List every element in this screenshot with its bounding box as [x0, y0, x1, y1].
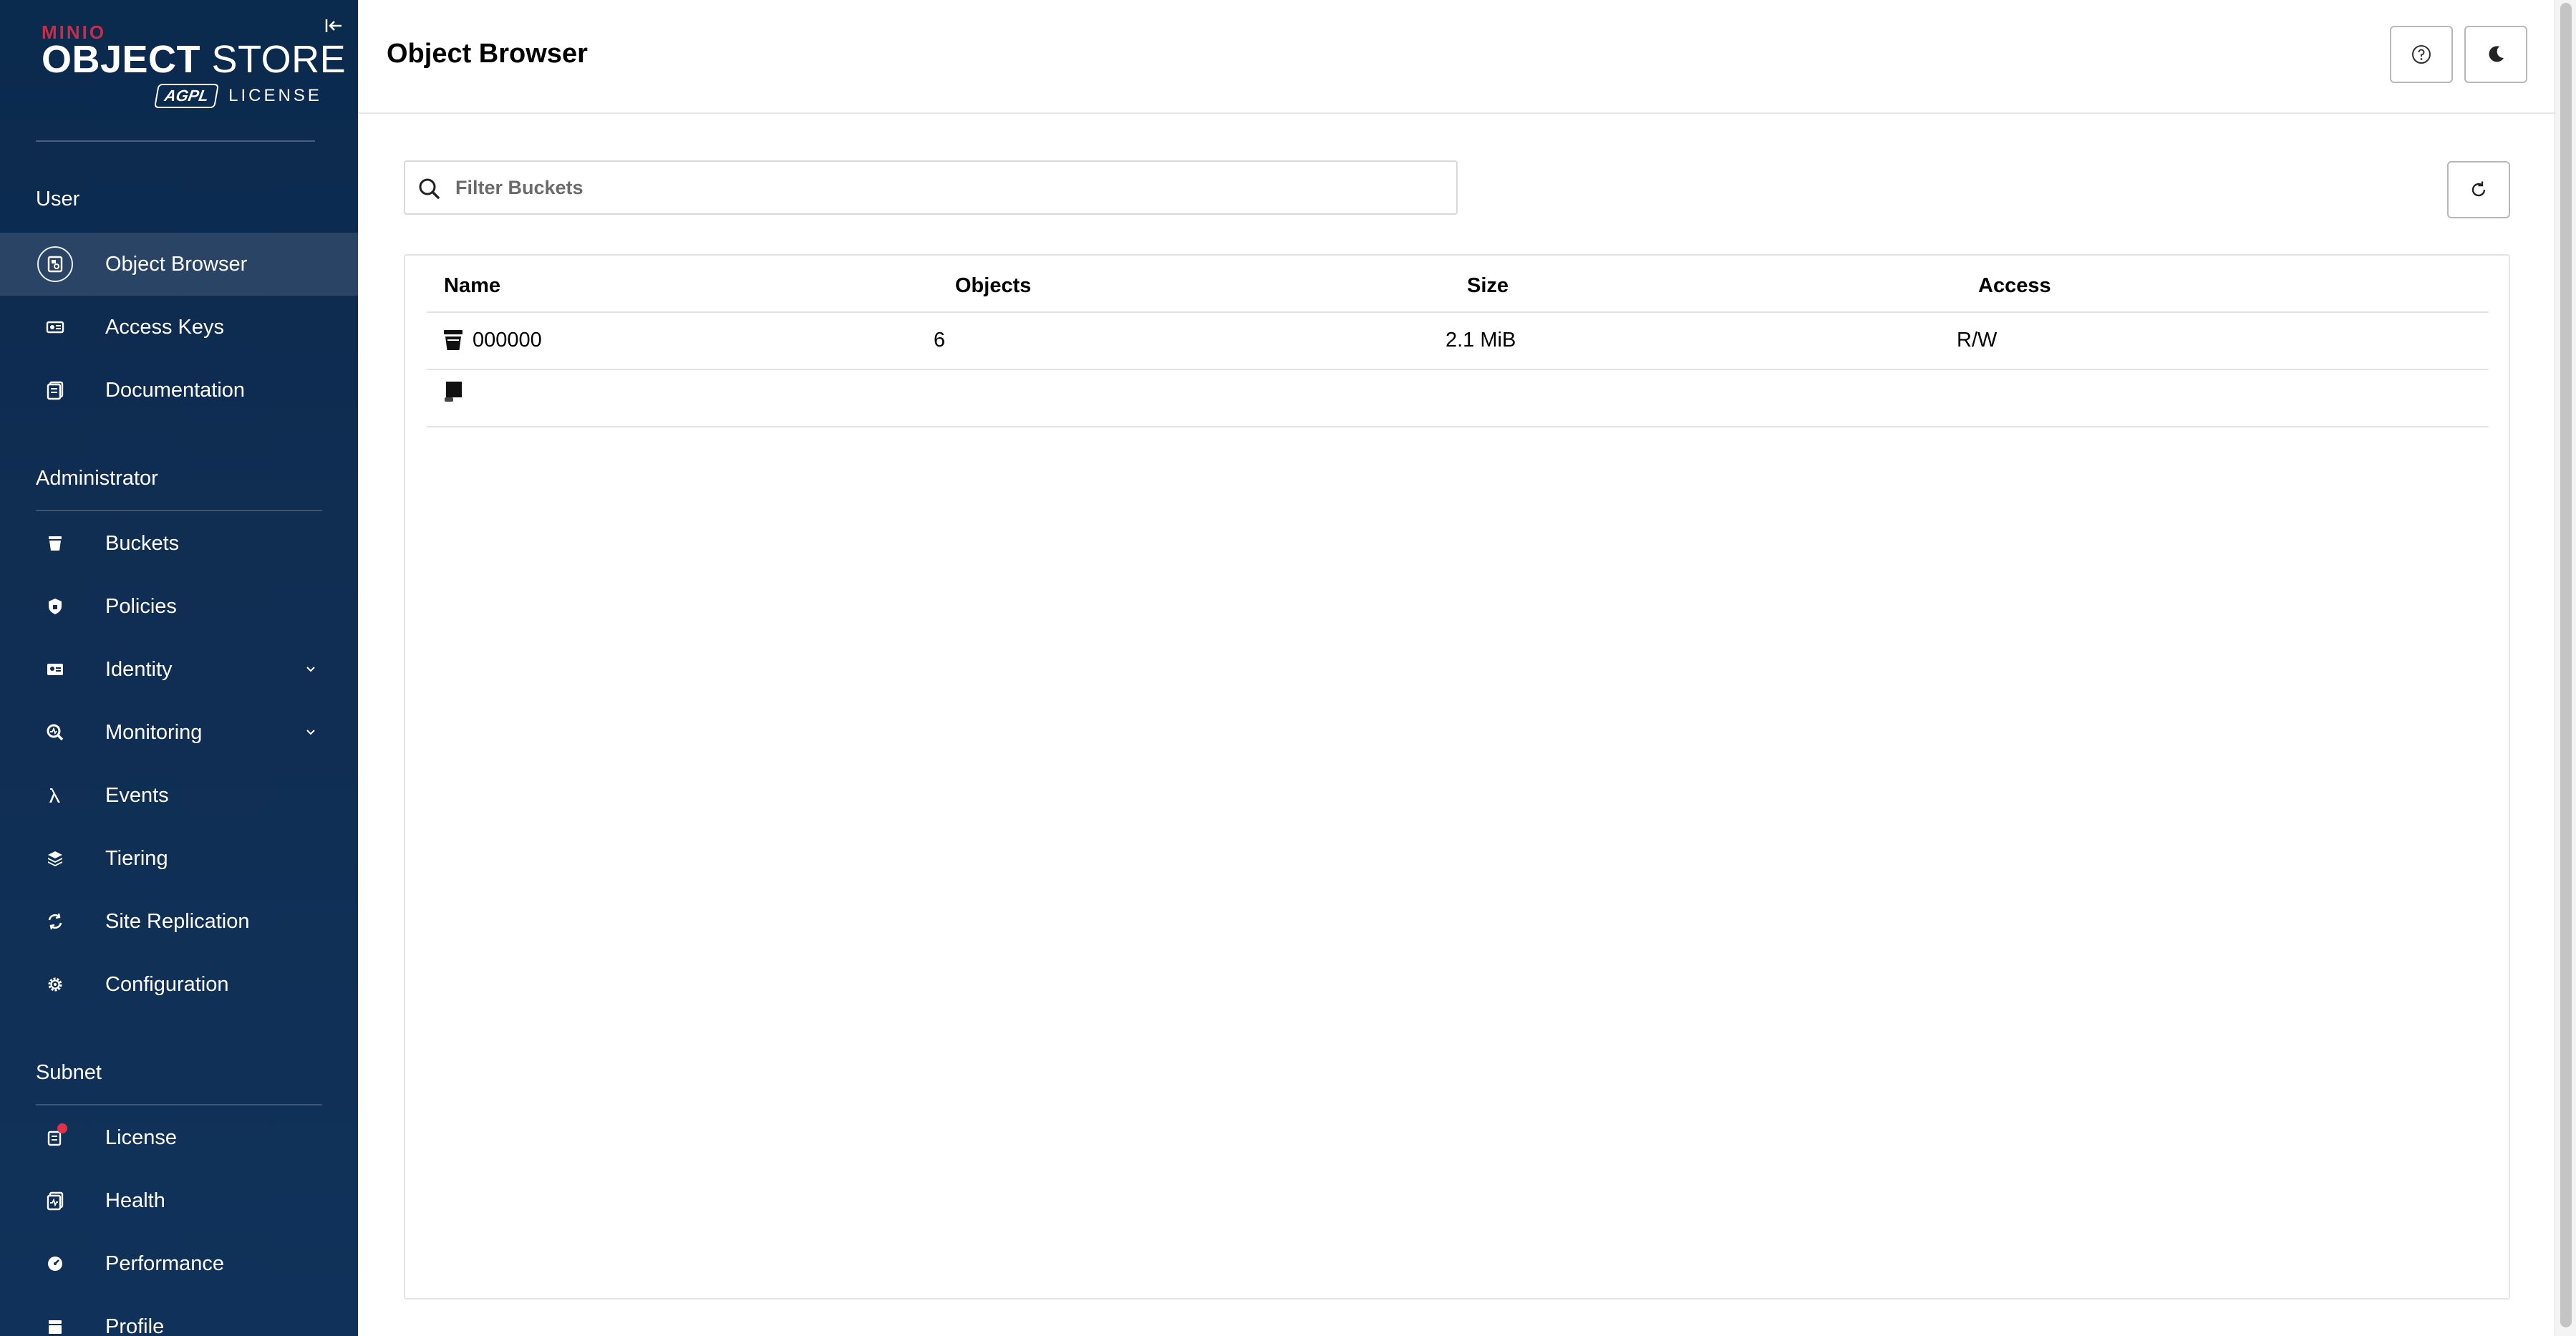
section-label-administrator: Administrator: [36, 467, 158, 490]
sidebar-item-label: Events: [105, 783, 169, 807]
sidebar-item-performance[interactable]: Performance: [0, 1232, 358, 1295]
section-divider: [36, 1104, 322, 1105]
sidebar-item-object-browser[interactable]: Object Browser: [0, 233, 358, 296]
sidebar-item-label: Site Replication: [105, 909, 250, 933]
sidebar-item-label: Health: [105, 1189, 165, 1212]
scrollbar-thumb[interactable]: [2560, 3, 2572, 1327]
brand-title-light: STORE: [200, 38, 347, 81]
buckets-table: Name Objects Size Access 000000 6 2.1 Mi…: [404, 254, 2510, 1299]
section-label-subnet: Subnet: [36, 1061, 102, 1084]
profile-icon: [37, 1309, 73, 1336]
sidebar-item-label: Identity: [105, 657, 173, 681]
brand-divider: [36, 140, 315, 142]
bucket-objects: 6: [934, 329, 946, 352]
section-label-user: User: [36, 188, 80, 210]
monitoring-icon: [37, 715, 73, 750]
sidebar-item-label: Access Keys: [105, 315, 224, 339]
sidebar-item-configuration[interactable]: Configuration: [0, 953, 358, 1016]
brand-title-bold: OBJECT: [42, 38, 201, 81]
column-header-objects[interactable]: Objects: [955, 274, 1031, 298]
license-text: LICENSE: [228, 86, 322, 105]
sidebar-item-site-replication[interactable]: Site Replication: [0, 890, 358, 953]
brand-logo: MINIO OBJECT STORE AGPL LICENSE: [42, 20, 346, 113]
bucket-icon: [37, 526, 73, 561]
sidebar-item-tiering[interactable]: Tiering: [0, 827, 358, 890]
access-keys-icon: [37, 309, 73, 345]
section-divider: [36, 510, 322, 511]
collapse-sidebar-button[interactable]: [321, 13, 347, 39]
sidebar-item-label: Buckets: [105, 531, 180, 555]
bucket-icon: [444, 330, 463, 350]
refresh-button[interactable]: [2447, 161, 2510, 218]
column-header-access[interactable]: Access: [1978, 274, 2051, 298]
help-button[interactable]: [2390, 26, 2453, 83]
shield-icon: [37, 589, 73, 624]
row-divider: [427, 426, 2489, 427]
bucket-icon: [445, 382, 462, 402]
bucket-access: R/W: [1957, 329, 1998, 352]
refresh-icon: [2471, 181, 2486, 197]
collapse-left-icon: [325, 19, 342, 32]
sidebar-item-license[interactable]: License: [0, 1106, 358, 1169]
search-icon: [419, 178, 440, 199]
sidebar-item-documentation[interactable]: Documentation: [0, 359, 358, 422]
identity-icon: [37, 652, 73, 687]
sidebar-item-label: Policies: [105, 594, 177, 618]
page-title: Object Browser: [387, 39, 588, 69]
sidebar-item-label: Tiering: [105, 846, 168, 870]
sidebar-item-identity[interactable]: Identity: [0, 638, 358, 701]
chevron-down-icon: [301, 722, 321, 742]
table-row[interactable]: 000000 6 2.1 MiB R/W: [427, 313, 2489, 369]
sidebar-item-label: Monitoring: [105, 720, 203, 744]
help-icon: [2412, 45, 2431, 64]
sidebar-item-health[interactable]: Health: [0, 1169, 358, 1232]
column-header-name[interactable]: Name: [444, 274, 500, 298]
documentation-icon: [37, 372, 73, 408]
brand-license: AGPL LICENSE: [154, 82, 322, 110]
chevron-down-icon: [301, 659, 321, 679]
page-scrollbar[interactable]: [2555, 0, 2576, 1336]
sidebar-item-label: Configuration: [105, 972, 229, 996]
sidebar-item-monitoring[interactable]: Monitoring: [0, 701, 358, 764]
sidebar-item-label: Profile: [105, 1315, 165, 1336]
table-row[interactable]: [427, 370, 2489, 426]
brand-title: OBJECT STORE: [42, 40, 346, 79]
tiering-icon: [37, 841, 73, 876]
column-header-size[interactable]: Size: [1467, 274, 1509, 298]
sidebar-item-label: Object Browser: [105, 252, 248, 276]
sidebar-item-events[interactable]: Events: [0, 764, 358, 827]
sidebar-item-access-keys[interactable]: Access Keys: [0, 296, 358, 359]
sidebar-item-buckets[interactable]: Buckets: [0, 512, 358, 575]
theme-toggle-button[interactable]: [2464, 26, 2527, 83]
license-icon: [37, 1120, 73, 1156]
agpl-badge: AGPL: [154, 84, 220, 108]
sidebar-item-label: License: [105, 1126, 177, 1149]
object-browser-icon: [37, 246, 73, 282]
gear-icon: [37, 967, 73, 1002]
notification-dot: [57, 1123, 67, 1133]
moon-icon: [2489, 46, 2504, 62]
filter-buckets-box: [404, 160, 1458, 215]
lambda-icon: [37, 778, 73, 813]
bucket-name: 000000: [473, 329, 542, 352]
sidebar-item-profile[interactable]: Profile: [0, 1295, 358, 1336]
page-header: Object Browser: [358, 0, 2555, 114]
sidebar-item-label: Documentation: [105, 378, 246, 402]
sidebar-item-policies[interactable]: Policies: [0, 575, 358, 638]
replication-icon: [37, 904, 73, 939]
filter-buckets-input[interactable]: [455, 162, 1443, 213]
sidebar: MINIO OBJECT STORE AGPL LICENSE User Obj…: [0, 0, 358, 1336]
sidebar-item-label: Performance: [105, 1252, 225, 1275]
health-icon: [37, 1183, 73, 1219]
performance-icon: [37, 1246, 73, 1282]
bucket-size: 2.1 MiB: [1446, 329, 1516, 352]
